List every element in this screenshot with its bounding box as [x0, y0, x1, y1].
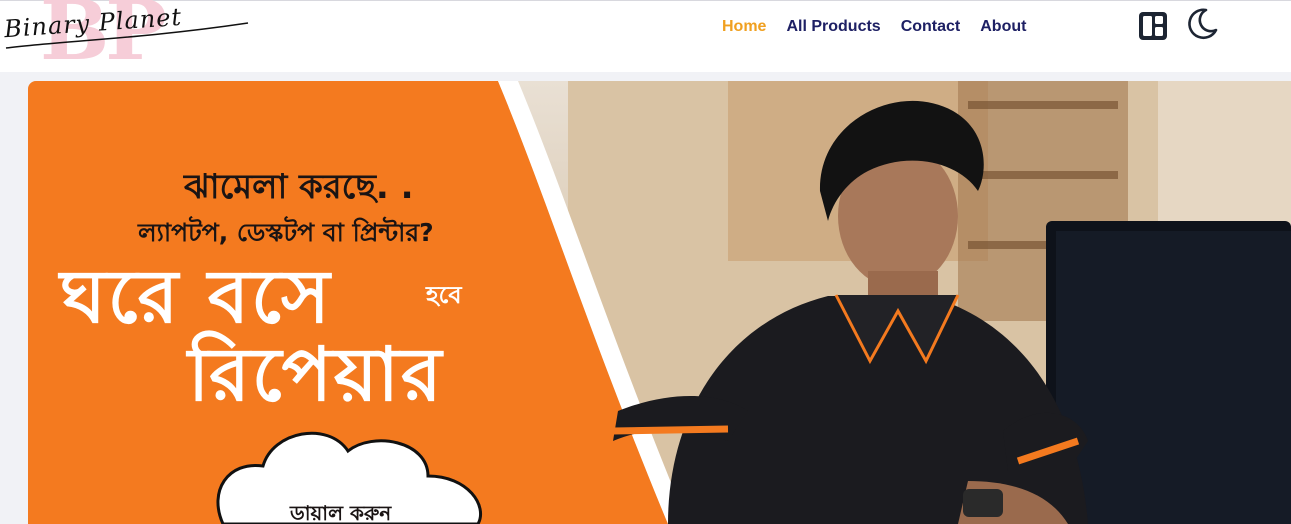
nav-link-home[interactable]: Home — [722, 17, 766, 37]
call-label: ডায়াল করুন — [290, 501, 392, 524]
nav-link-about[interactable]: About — [980, 17, 1026, 37]
banner-headline: ঝামেলা করছে. . — [184, 167, 414, 207]
hero-banner[interactable]: ঝামেলা করছে. . ল্যাপটপ, ডেস্কটপ বা প্রিন… — [28, 81, 1291, 524]
banner-title-line2: রিপেয়ার — [188, 332, 444, 418]
nav-link-all-products[interactable]: All Products — [786, 17, 880, 37]
nav-link-contact[interactable]: Contact — [901, 17, 961, 37]
banner-title-small: হবে — [426, 281, 462, 309]
main-nav: Home All Products Contact About — [722, 17, 1046, 37]
moon-icon[interactable] — [1184, 6, 1220, 47]
dashboard-layout-icon[interactable] — [1138, 11, 1168, 46]
navbar: BP Binary Planet Home All Products Conta… — [0, 0, 1291, 79]
logo[interactable]: BP Binary Planet — [0, 0, 260, 79]
